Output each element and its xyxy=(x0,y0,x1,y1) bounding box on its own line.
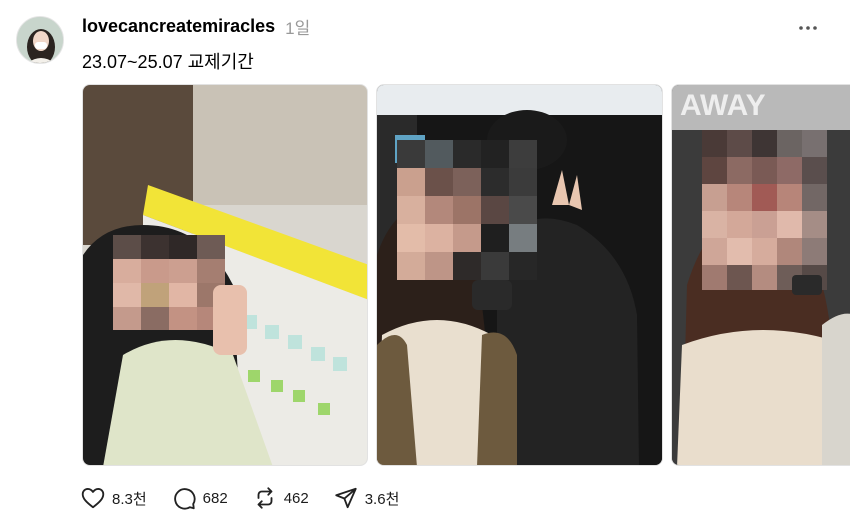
photo-3-image: AWAY xyxy=(672,85,850,465)
avatar[interactable] xyxy=(16,16,64,64)
like-count: 8.3천 xyxy=(112,490,147,508)
post-time: 1일 xyxy=(285,18,311,38)
repost-count: 462 xyxy=(283,489,309,507)
comment-count: 682 xyxy=(202,489,228,507)
repost-button[interactable]: 462 xyxy=(252,485,309,511)
photo-2[interactable] xyxy=(376,84,663,466)
post-caption: 23.07~25.07 교제기간 xyxy=(82,52,254,72)
username[interactable]: lovecancreatemiracles xyxy=(82,16,275,37)
photo-3[interactable]: AWAY xyxy=(671,84,850,466)
share-count: 3.6천 xyxy=(364,490,400,508)
photo-1-image xyxy=(83,85,367,465)
photo-1[interactable] xyxy=(82,84,368,466)
more-horizontal-icon xyxy=(799,26,817,30)
comment-bubble-icon xyxy=(173,488,196,510)
more-button[interactable] xyxy=(796,16,820,40)
heart-icon xyxy=(81,487,105,509)
comment-button[interactable]: 682 xyxy=(171,485,228,511)
like-button[interactable]: 8.3천 xyxy=(80,485,147,511)
send-icon xyxy=(335,487,357,509)
svg-text:AWAY: AWAY xyxy=(680,89,766,122)
photo-carousel[interactable]: AWAY xyxy=(82,84,850,466)
photo-2-image xyxy=(377,85,662,465)
post-header: lovecancreatemiracles 1일 xyxy=(82,14,310,38)
repost-icon xyxy=(257,487,273,509)
action-bar: 8.3천 682 462 3.6천 xyxy=(80,484,423,512)
share-button[interactable]: 3.6천 xyxy=(333,485,400,511)
